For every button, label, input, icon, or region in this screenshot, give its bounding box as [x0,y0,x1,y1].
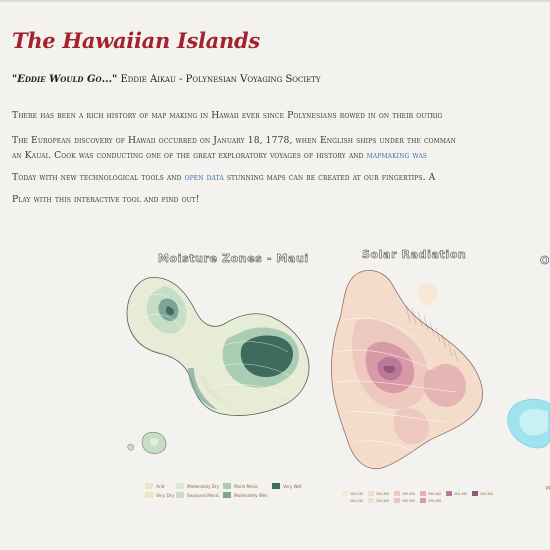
legend-item: Moist Mesic [223,483,258,489]
legend-item: 250-300 [368,498,389,503]
legend-swatch [342,491,348,496]
page-title: The Hawaiian Islands [12,28,260,53]
legend-swatch [420,498,426,503]
legend-swatch [223,483,231,489]
paragraph-play: Play with this interactive tool and find… [12,194,200,205]
paragraph-history: There has been a rich history of map mak… [12,110,443,121]
legend-label: Moderately Wet [234,492,268,498]
paragraph-discovery: The European discovery of Hawaii occurre… [12,135,456,146]
legend-swatch [342,498,348,503]
legend-item: 350-400 [420,498,441,503]
legend-label: 250-300 [376,491,390,496]
legend-swatch [446,491,452,496]
legend-label: 400-450 [454,491,468,496]
map-gallery[interactable]: Moisture Zones - Maui Arid Moderately Dr… [0,240,550,550]
legend-item: 250-300 [368,491,389,496]
quote-attribution: Eddie Aikau - Polynesian Voyaging Societ… [120,74,321,85]
paragraph-cook-text: an Kauai. Cook was conducting one of the… [12,150,367,161]
legend-label: 200-250 [350,498,364,503]
legend-swatch [223,492,231,498]
legend-item: 400-450 [446,491,467,496]
legend-item: Seasonal Mesic [176,492,219,498]
legend-swatch [145,492,153,498]
paragraph-today: Today with new technological tools and o… [12,172,435,183]
legend-swatch [394,491,400,496]
legend-item: Moderately Wet [223,492,267,498]
paragraph-cook: an Kauai. Cook was conducting one of the… [12,150,427,161]
legend-label: 350-400 [428,498,442,503]
legend-item: 200-250 [342,491,363,496]
legend-item: Moderately Dry [176,483,219,489]
moisture-map-title: Moisture Zones - Maui [158,252,309,266]
legend-label: Seasonal Mesic [187,492,220,498]
third-map[interactable] [500,390,550,470]
open-data-link[interactable]: open data [185,172,224,183]
third-map-legend-fragment: P0 [546,486,550,492]
solar-map-title: Solar Radiation [362,248,467,262]
legend-swatch [472,491,478,496]
legend-item: 300-350 [394,491,415,496]
legend-swatch [176,492,184,498]
legend-swatch [394,498,400,503]
legend-swatch [368,498,374,503]
legend-label: 300-350 [402,491,416,496]
legend-label: 250-300 [376,498,390,503]
legend-label: 200-250 [350,491,364,496]
legend-swatch [176,483,184,489]
legend-label: 300-350 [402,498,416,503]
legend-item: 300-350 [394,498,415,503]
legend-swatch [145,483,153,489]
third-map-title: Oahu [540,254,550,268]
legend-label: Moderately Dry [187,483,220,489]
moisture-zones-maui-map[interactable] [118,268,338,468]
legend-item: Arid [145,483,164,489]
legend-label: Arid [156,483,165,489]
legend-swatch [420,491,426,496]
legend-label: Very Wet [283,483,302,489]
legend-label: Very Dry [156,492,175,498]
legend-item: Very Dry [145,492,174,498]
legend-item: 200-250 [342,498,363,503]
paragraph-today-text: Today with new technological tools and [12,172,185,183]
legend-swatch [272,483,280,489]
top-border [0,0,550,2]
quote-line: "Eddie Would Go..." Eddie Aikau - Polyne… [12,74,321,85]
mapmaking-link[interactable]: mapmaking was [367,150,427,161]
paragraph-today-tail: stunning maps can be created at our fing… [223,172,436,183]
quote-text: "Eddie Would Go..." [12,74,118,85]
legend-label: 350-400 [428,491,442,496]
legend-label: Moist Mesic [234,483,259,489]
legend-item: Very Wet [272,483,302,489]
legend-swatch [368,491,374,496]
solar-radiation-map[interactable] [326,262,492,476]
legend-item: 350-400 [420,491,441,496]
legend-label: 450-500 [480,491,494,496]
legend-item: 450-500 [472,491,493,496]
